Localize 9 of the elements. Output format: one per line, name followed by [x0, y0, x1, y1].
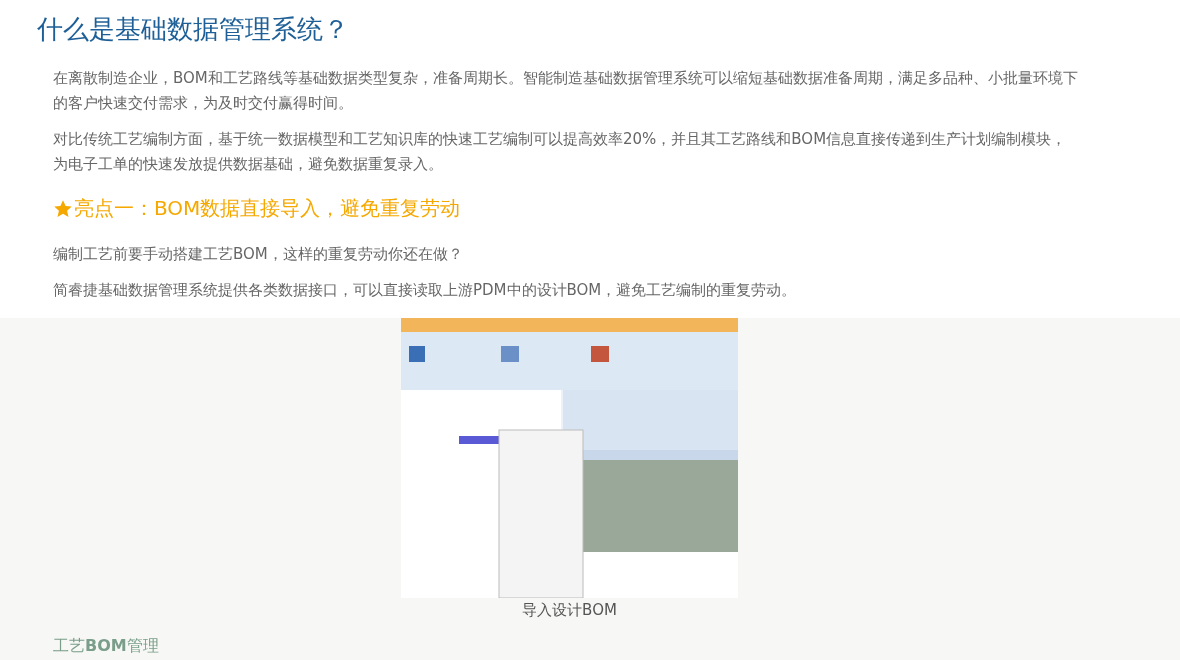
section-heading: 亮点一：BOM数据直接导入，避免重复劳动	[74, 195, 461, 222]
paragraph: 对比传统工艺编制方面，基于统一数据模型和工艺知识库的快速工艺编制可以提高效率20%，并且其工艺路线和BOM信息直接传递到生产计划编制模块，为电子工单的快速发放提供数据基础，避免数据重复录入。	[53, 129, 1068, 175]
paragraph: 编制工艺前要手动搭建工艺BOM，这样的重复劳动你还在做？	[53, 244, 464, 265]
star-icon	[53, 198, 73, 219]
paragraph: 简睿捷基础数据管理系统提供各类数据接口，可以直接读取上游PDM中的设计BOM，避免工艺编制的重复劳动。	[53, 280, 798, 301]
paragraph: 在离散制造企业，BOM和工艺路线等基础数据类型复杂，准备周期长。智能制造基础数据管理系统可以缩短基础数据准备周期，满足多品种、小批量环境下的客户快速交付需求，为及时交付赢得时间。	[53, 68, 1079, 114]
section-heading: 工艺BOM管理	[53, 636, 160, 657]
figure-caption: 导入设计BOM	[522, 601, 617, 620]
page-title: 什么是基础数据管理系统？	[37, 13, 350, 46]
